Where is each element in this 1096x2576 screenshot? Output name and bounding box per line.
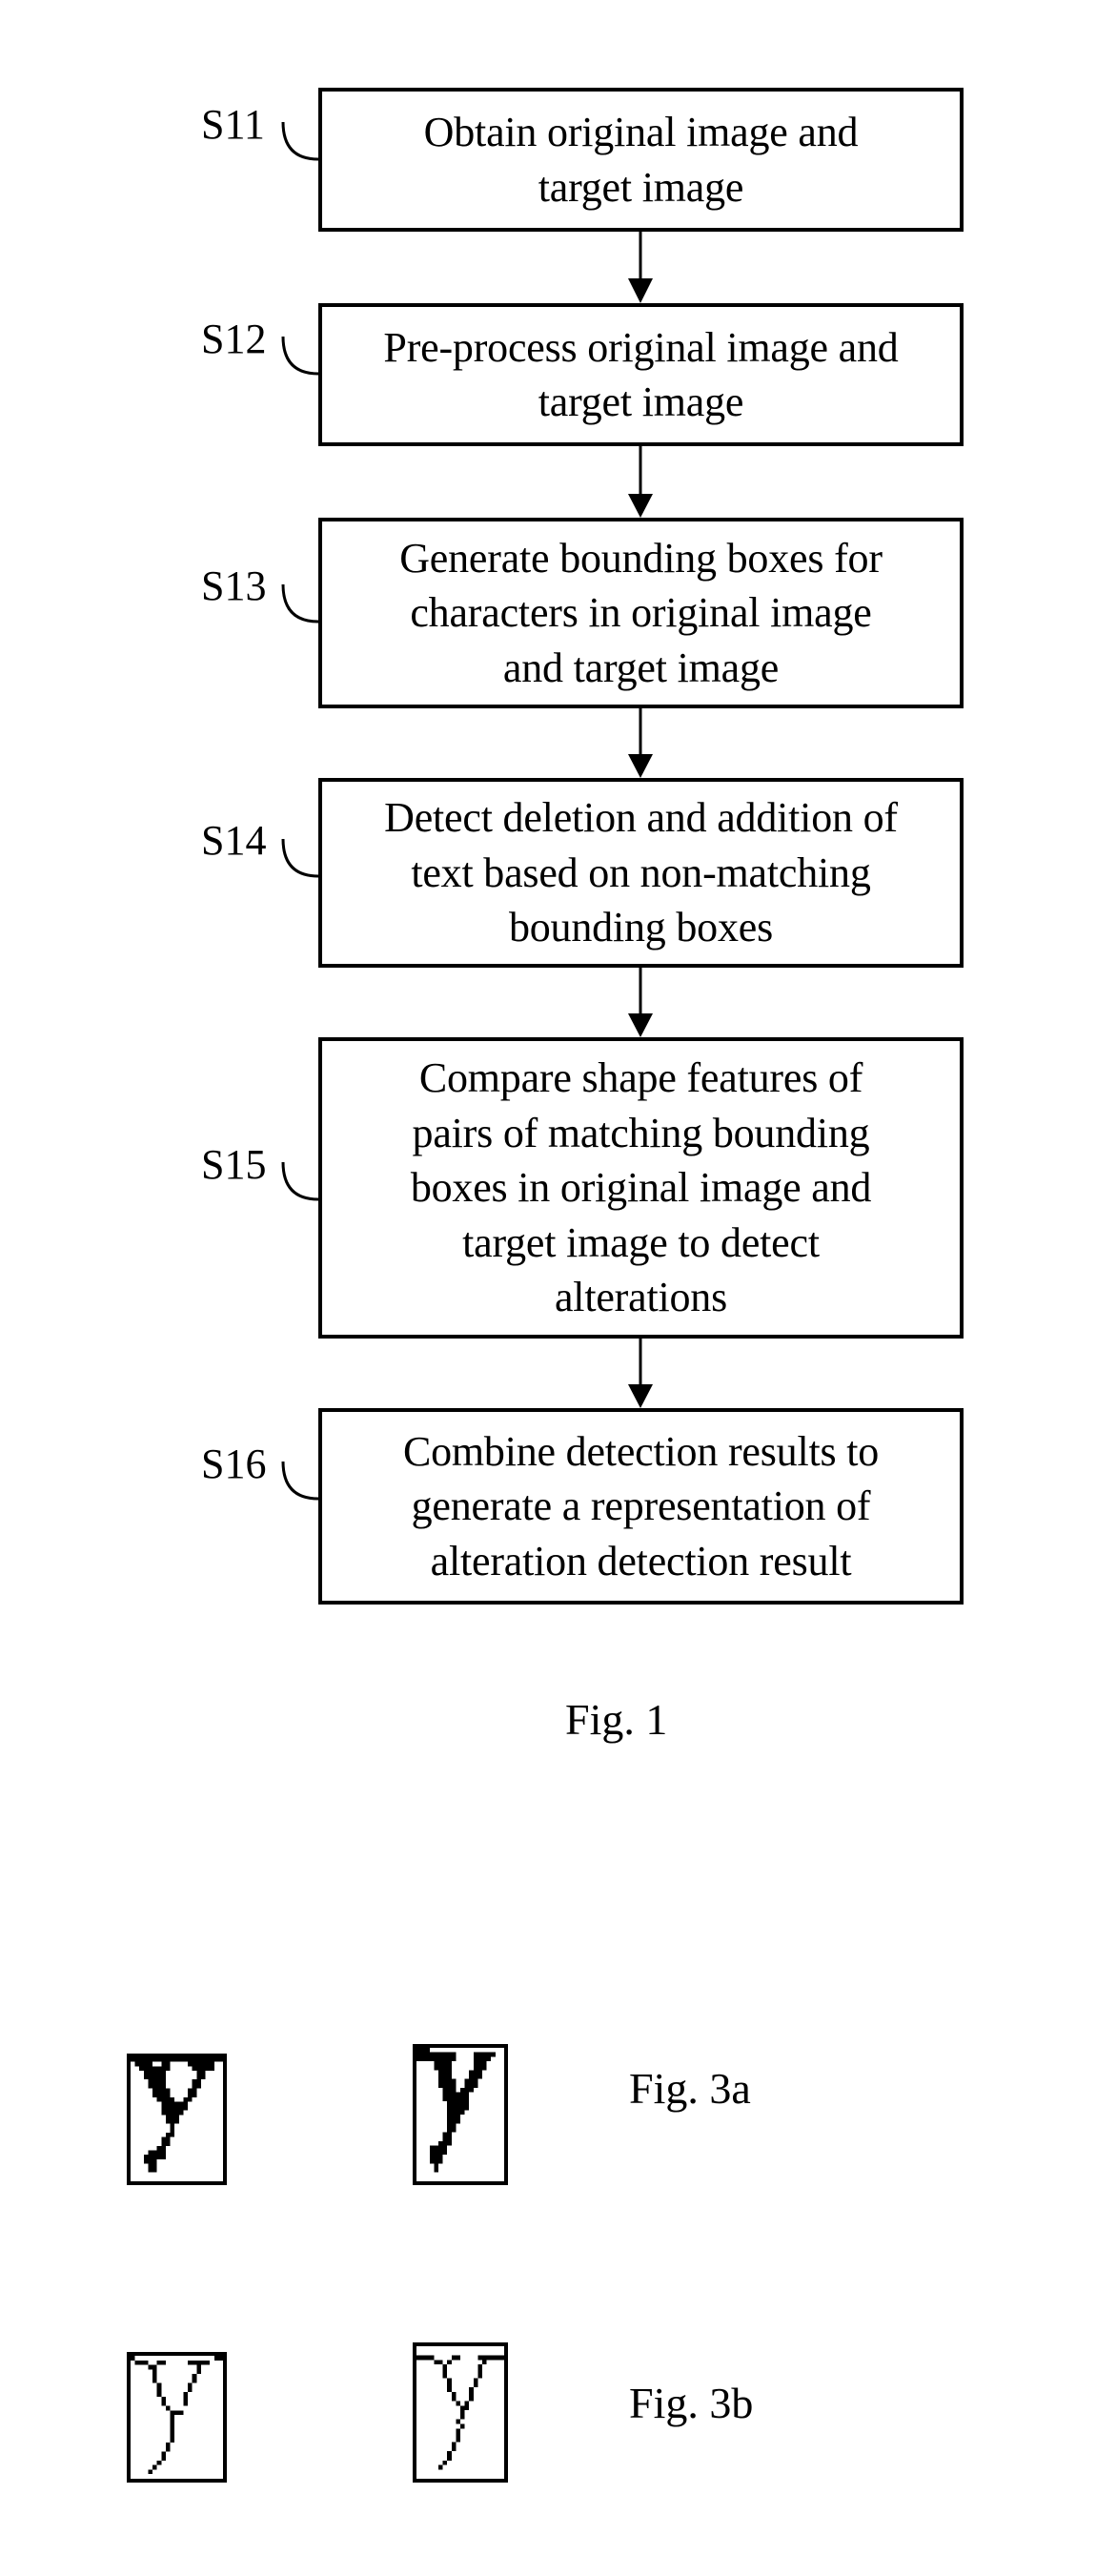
fig3a-target-glyph-box [413,2044,508,2185]
leader-curve-s13 [281,583,319,624]
arrow-s12-s13 [628,446,653,518]
step-text-s15: Compare shape features of pairs of match… [410,1054,872,1321]
step-box-s12: Pre-process original image and target im… [318,303,964,446]
leader-curve-s12 [281,336,319,376]
leader-curve-s14 [281,838,319,878]
arrow-s13-s14 [628,708,653,778]
step-text-s13: Generate bounding boxes for characters i… [399,534,883,691]
letter-y-bitmap-icon [131,2057,223,2173]
step-label-s13: S13 [201,562,267,609]
fig3b-original-glyph-box [127,2352,227,2483]
patent-drawing-sheet: S11 Obtain original image and target ima… [0,0,1096,2576]
step-label-s16: S16 [201,1441,267,1487]
step-label-s15: S15 [201,1141,267,1188]
step-label-s12: S12 [201,316,267,362]
arrow-s14-s15 [628,968,653,1037]
step-label-s14: S14 [201,817,267,864]
step-text-s16: Combine detection results to generate a … [402,1427,880,1584]
step-box-s13: Generate bounding boxes for characters i… [318,518,964,708]
step-box-s16: Combine detection results to generate a … [318,1408,964,1605]
letter-y-skeleton-icon [131,2356,223,2475]
letter-y-skeleton-icon [416,2355,504,2470]
fig3a-original-glyph-box [127,2054,227,2185]
figure-3b-caption: Fig. 3b [629,2379,754,2427]
figure-3a-caption: Fig. 3a [629,2064,751,2113]
step-text-s12: Pre-process original image and target im… [383,323,899,426]
figure-1-caption: Fig. 1 [565,1695,668,1744]
leader-curve-s16 [281,1461,319,1501]
leader-curve-s11 [281,121,319,161]
letter-y-bitmap-icon [416,2048,496,2173]
fig3b-target-glyph-box [413,2342,508,2483]
leader-curve-s15 [281,1161,319,1201]
step-box-s15: Compare shape features of pairs of match… [318,1037,964,1339]
step-box-s14: Detect deletion and addition of text bas… [318,778,964,968]
step-box-s11: Obtain original image and target image [318,88,964,232]
arrow-s11-s12 [628,232,653,303]
step-text-s14: Detect deletion and addition of text bas… [384,794,898,951]
step-label-s11: S11 [201,101,265,148]
step-text-s11: Obtain original image and target image [423,109,859,211]
arrow-s15-s16 [628,1339,653,1408]
